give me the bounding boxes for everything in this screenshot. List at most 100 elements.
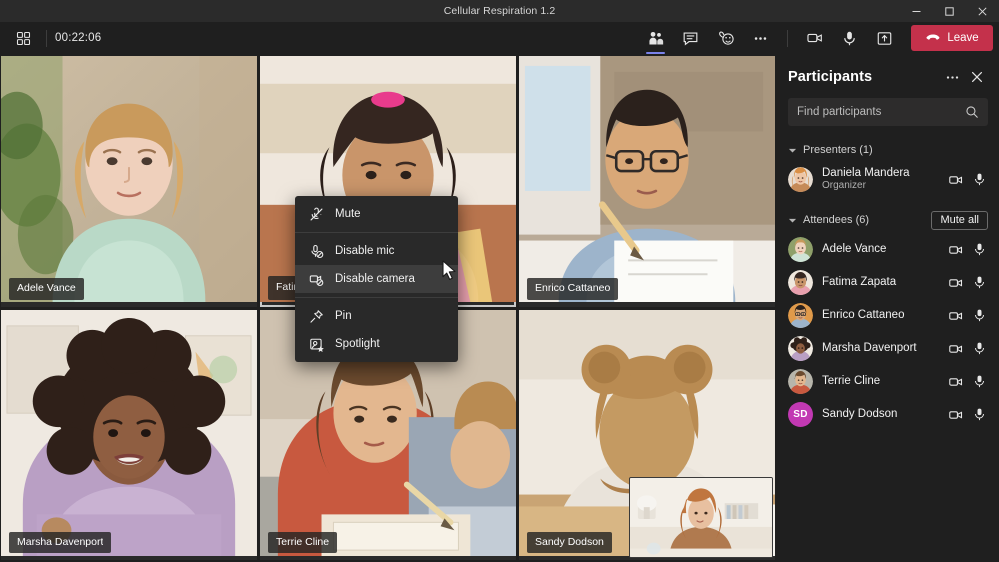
avatar xyxy=(788,237,813,262)
camera-icon[interactable] xyxy=(947,241,964,258)
participant-name: Daniela Mandera xyxy=(822,167,910,180)
toolbar-right-group: Leave xyxy=(639,24,993,52)
participant-name: Sandy Dodson xyxy=(822,408,897,421)
mute-icon xyxy=(308,207,324,222)
hangup-icon xyxy=(925,30,941,46)
microphone-icon[interactable] xyxy=(971,307,988,324)
video-feed xyxy=(1,56,257,302)
section-header-attendees[interactable]: Attendees (6) Mute all xyxy=(788,207,988,233)
participant-info: Daniela Mandera Organizer xyxy=(822,167,910,193)
participant-row-marsha-davenport[interactable]: Marsha Davenport xyxy=(788,332,988,365)
camera-icon[interactable] xyxy=(798,24,831,52)
avatar xyxy=(788,303,813,328)
meeting-toolbar: 00:22:06 xyxy=(0,22,999,54)
more-horizontal-icon[interactable] xyxy=(744,24,777,52)
context-menu-item-spotlight[interactable]: Spotlight xyxy=(295,330,458,358)
participant-row-sandy-dodson[interactable]: SD Sandy Dodson xyxy=(788,398,988,431)
participant-row-adele-vance[interactable]: Adele Vance xyxy=(788,233,988,266)
spotlight-icon xyxy=(308,337,324,352)
maximize-icon[interactable] xyxy=(933,0,966,22)
camera-icon[interactable] xyxy=(947,406,964,423)
close-icon[interactable] xyxy=(966,66,988,88)
chevron-down-icon xyxy=(788,146,800,155)
close-icon[interactable] xyxy=(966,0,999,22)
participant-name: Enrico Cattaneo xyxy=(822,309,904,322)
leave-button[interactable]: Leave xyxy=(911,25,993,51)
teams-meeting-window: Cellular Respiration 1.2 00:22:06 xyxy=(0,0,999,562)
participant-actions xyxy=(947,274,988,291)
video-stage: Adele Vance xyxy=(0,54,777,562)
share-screen-icon[interactable] xyxy=(868,24,901,52)
minimize-icon[interactable] xyxy=(900,0,933,22)
camera-icon[interactable] xyxy=(947,274,964,291)
people-icon[interactable] xyxy=(639,24,672,52)
tile-name-badge: Sandy Dodson xyxy=(527,532,612,554)
context-menu-item-mute[interactable]: Mute xyxy=(295,200,458,228)
more-horizontal-icon[interactable] xyxy=(941,66,963,88)
participant-name: Fatima Zapata xyxy=(822,276,896,289)
tile-name-badge: Adele Vance xyxy=(9,278,84,300)
microphone-icon[interactable] xyxy=(971,373,988,390)
microphone-icon[interactable] xyxy=(971,241,988,258)
participant-row-terrie-cline[interactable]: Terrie Cline xyxy=(788,365,988,398)
tile-name-badge: Marsha Davenport xyxy=(9,532,111,554)
self-video-feed xyxy=(630,478,772,557)
tile-name-badge: Enrico Cattaneo xyxy=(527,278,618,300)
avatar xyxy=(788,336,813,361)
avatar xyxy=(788,167,813,192)
context-menu-item-pin[interactable]: Pin xyxy=(295,302,458,330)
microphone-icon[interactable] xyxy=(971,406,988,423)
search-icon xyxy=(965,105,979,119)
participant-actions xyxy=(947,241,988,258)
participant-row-fatima-zapata[interactable]: Fatima Zapata xyxy=(788,266,988,299)
camera-icon[interactable] xyxy=(947,373,964,390)
search-input[interactable] xyxy=(797,106,965,118)
self-view-pip[interactable] xyxy=(629,477,773,558)
context-menu-label: Mute xyxy=(335,208,361,220)
section-header-presenters[interactable]: Presenters (1) xyxy=(788,137,988,163)
video-feed xyxy=(519,56,775,302)
video-tile-adele-vance[interactable]: Adele Vance xyxy=(1,56,257,307)
video-tile-enrico-cattaneo[interactable]: Enrico Cattaneo xyxy=(519,56,775,307)
microphone-icon[interactable] xyxy=(971,171,988,188)
tile-name: Terrie Cline xyxy=(276,537,329,548)
camera-icon[interactable] xyxy=(947,307,964,324)
tile-name: Adele Vance xyxy=(17,283,76,294)
avatar-initials: SD xyxy=(788,402,813,427)
context-menu-item-disable-camera[interactable]: Disable camera xyxy=(295,265,458,293)
microphone-icon[interactable] xyxy=(971,340,988,357)
microphone-icon[interactable] xyxy=(971,274,988,291)
meeting-body: Adele Vance xyxy=(0,54,999,562)
chat-icon[interactable] xyxy=(674,24,707,52)
toolbar-divider-2 xyxy=(787,30,788,47)
camera-icon[interactable] xyxy=(947,171,964,188)
camera-icon[interactable] xyxy=(947,340,964,357)
grid-view-icon[interactable] xyxy=(8,24,38,52)
context-menu-separator-2 xyxy=(295,297,458,298)
mute-all-button[interactable]: Mute all xyxy=(931,211,988,230)
microphone-icon[interactable] xyxy=(833,24,866,52)
participant-name: Adele Vance xyxy=(822,243,886,256)
participants-panel: Participants xyxy=(777,54,999,562)
participant-actions xyxy=(947,406,988,423)
tile-name: Sandy Dodson xyxy=(535,537,604,548)
participant-actions xyxy=(947,171,988,188)
avatar xyxy=(788,270,813,295)
toolbar-left-group: 00:22:06 xyxy=(8,24,101,52)
participant-name: Terrie Cline xyxy=(822,375,880,388)
panel-title: Participants xyxy=(788,69,872,85)
participants-search[interactable] xyxy=(788,98,988,126)
context-menu-separator xyxy=(295,232,458,233)
participant-name: Marsha Davenport xyxy=(822,342,917,355)
pin-icon xyxy=(308,309,324,324)
avatar: SD xyxy=(788,402,813,427)
participant-row-daniela-mandera[interactable]: Daniela Mandera Organizer xyxy=(788,163,988,196)
context-menu-label: Pin xyxy=(335,310,352,322)
participant-actions xyxy=(947,340,988,357)
participant-row-enrico-cattaneo[interactable]: Enrico Cattaneo xyxy=(788,299,988,332)
context-menu-label: Spotlight xyxy=(335,338,380,350)
context-menu-item-disable-mic[interactable]: Disable mic xyxy=(295,237,458,265)
reactions-icon[interactable] xyxy=(709,24,742,52)
video-tile-marsha-davenport[interactable]: Marsha Davenport xyxy=(1,310,257,561)
window-title: Cellular Respiration 1.2 xyxy=(444,5,556,17)
